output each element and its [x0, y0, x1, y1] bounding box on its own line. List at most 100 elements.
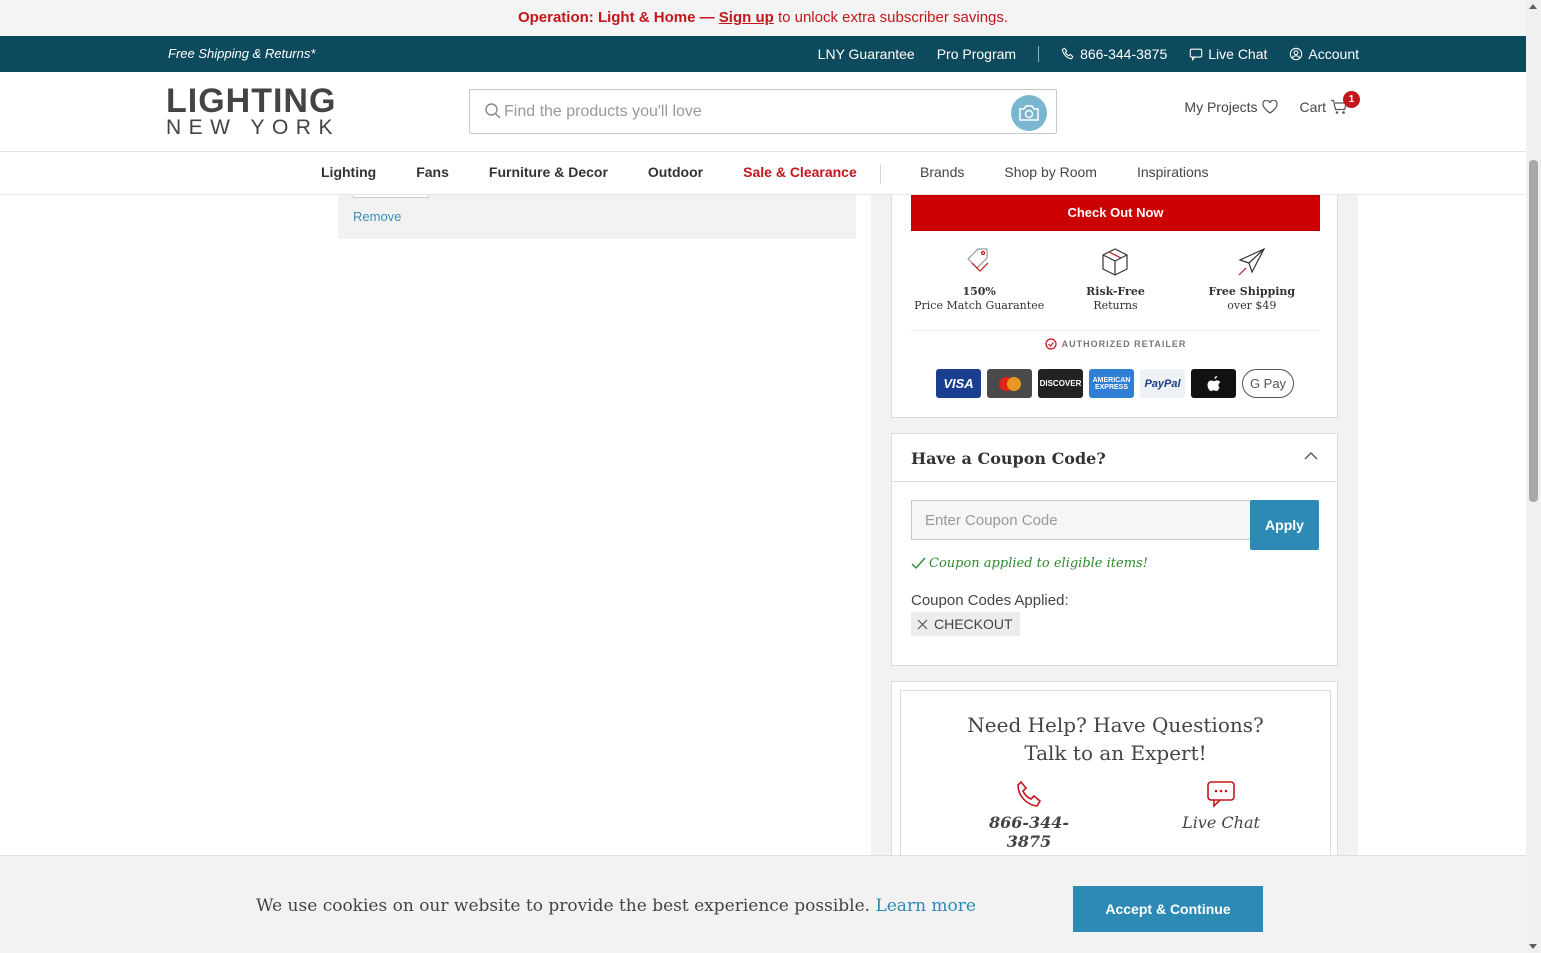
- visa-icon: VISA: [936, 369, 981, 398]
- quantity-stepper[interactable]: [353, 195, 429, 198]
- perk-shipping-sub: over $49: [1227, 299, 1277, 312]
- pro-program-link[interactable]: Pro Program: [937, 46, 1016, 62]
- checkout-button[interactable]: Check Out Now: [911, 195, 1320, 231]
- cart-label: Cart: [1299, 99, 1326, 115]
- remove-item-link[interactable]: Remove: [353, 209, 401, 224]
- phone-icon: [1061, 47, 1074, 60]
- perks-divider: [911, 330, 1320, 331]
- apply-coupon-button[interactable]: Apply: [1250, 500, 1319, 550]
- help-chat-link[interactable]: Live Chat: [1161, 779, 1281, 832]
- phone-icon: [1017, 780, 1042, 807]
- heart-icon: [1261, 100, 1278, 114]
- coupon-header[interactable]: Have a Coupon Code?: [892, 434, 1337, 482]
- help-title: Need Help? Have Questions? Talk to an Ex…: [901, 711, 1330, 767]
- search-icon: [485, 103, 501, 119]
- announcement-bar: Operation: Light & Home — Sign up to unl…: [0, 0, 1526, 36]
- nav-item-shop-by-room[interactable]: Shop by Room: [1004, 164, 1097, 180]
- google-pay-icon: G Pay: [1242, 369, 1294, 398]
- help-title-line-2: Talk to an Expert!: [1024, 741, 1207, 765]
- coupon-code-input[interactable]: [911, 500, 1251, 540]
- authorized-retailer-label: AUTHORIZED RETAILER: [1061, 339, 1187, 349]
- nav-primary: Lighting Fans Furniture & Decor Outdoor …: [321, 164, 857, 180]
- logo-line-1: LIGHTING: [166, 82, 337, 120]
- nav-item-inspirations[interactable]: Inspirations: [1137, 164, 1209, 180]
- main-nav: Lighting Fans Furniture & Decor Outdoor …: [0, 152, 1526, 195]
- nav-item-fans[interactable]: Fans: [416, 164, 449, 180]
- nav-secondary: Brands Shop by Room Inspirations: [920, 164, 1209, 180]
- utility-divider: [1038, 46, 1040, 62]
- lny-guarantee-link[interactable]: LNY Guarantee: [818, 46, 915, 62]
- cookie-learn-more-link[interactable]: Learn more: [875, 896, 976, 916]
- nav-item-lighting[interactable]: Lighting: [321, 164, 376, 180]
- nav-item-sale-clearance[interactable]: Sale & Clearance: [743, 164, 857, 180]
- announcement-text: to unlock extra subscriber savings.: [773, 9, 1009, 26]
- help-panel: Need Help? Have Questions? Talk to an Ex…: [891, 681, 1338, 861]
- accept-cookies-button[interactable]: Accept & Continue: [1073, 886, 1263, 932]
- nav-item-furniture-decor[interactable]: Furniture & Decor: [489, 164, 608, 180]
- coupon-applied-label: Coupon Codes Applied:: [911, 592, 1069, 609]
- cookie-message: We use cookies on our website to provide…: [256, 896, 976, 916]
- box-icon: [1102, 248, 1129, 276]
- perk-price-match-title: 150%: [962, 285, 996, 298]
- mastercard-logo: [998, 376, 1021, 391]
- perk-returns-sub: Returns: [1093, 299, 1138, 312]
- scroll-up-arrow-icon[interactable]: [1529, 4, 1537, 9]
- my-projects-link[interactable]: My Projects: [1184, 99, 1278, 115]
- live-chat-link[interactable]: Live Chat: [1189, 46, 1267, 62]
- help-title-line-1: Need Help? Have Questions?: [967, 713, 1264, 737]
- perk-price-match-sub: Price Match Guarantee: [914, 299, 1045, 312]
- signup-link[interactable]: Sign up: [719, 9, 774, 26]
- help-box: Need Help? Have Questions? Talk to an Ex…: [900, 690, 1331, 860]
- help-phone-number: 866-344-3875: [988, 813, 1070, 851]
- search-input[interactable]: [504, 98, 984, 126]
- cookie-message-text: We use cookies on our website to provide…: [256, 896, 871, 916]
- account-label: Account: [1308, 46, 1359, 62]
- live-chat-label: Live Chat: [1208, 46, 1268, 62]
- free-shipping-text: Free Shipping & Returns*: [168, 46, 316, 61]
- coupon-title: Have a Coupon Code?: [911, 449, 1106, 468]
- coupon-success-message: Coupon applied to eligible items!: [911, 556, 1148, 571]
- airplane-icon: [1238, 247, 1266, 276]
- page-scrollbar[interactable]: [1526, 0, 1541, 953]
- perk-returns-title: Risk-Free: [1086, 285, 1145, 298]
- help-phone-link[interactable]: 866-344-3875: [969, 779, 1089, 851]
- applied-coupon-chip: CHECKOUT: [911, 612, 1020, 636]
- visual-search-button[interactable]: [1011, 95, 1047, 131]
- camera-icon: [1019, 105, 1039, 121]
- payment-methods: VISA DISCOVER AMERICAN EXPRESS PayPal G …: [936, 369, 1294, 398]
- authorized-retailer: AUTHORIZED RETAILER: [892, 338, 1339, 352]
- account-link[interactable]: Account: [1289, 46, 1359, 62]
- apple-pay-icon: [1191, 369, 1236, 398]
- coupon-panel: Have a Coupon Code? Apply Coupon applied…: [891, 433, 1338, 666]
- perk-shipping: Free Shipping over $49: [1184, 245, 1320, 313]
- account-icon: [1290, 47, 1303, 61]
- perks-row: 150% Price Match Guarantee Risk-Free Ret…: [911, 245, 1320, 313]
- site-logo[interactable]: LIGHTING NEW YORK: [166, 82, 340, 140]
- cart-count-badge: 1: [1343, 91, 1360, 108]
- phone-number: 866-344-3875: [1080, 46, 1168, 62]
- announcement-title: Operation: Light & Home: [517, 9, 696, 26]
- discover-icon: DISCOVER: [1038, 369, 1083, 398]
- chat-icon: [1190, 48, 1203, 61]
- apple-logo: [1207, 375, 1220, 391]
- scroll-down-arrow-icon[interactable]: [1529, 944, 1537, 949]
- nav-item-outdoor[interactable]: Outdoor: [648, 164, 703, 180]
- header-actions: My Projects Cart 1: [1184, 91, 1360, 115]
- close-icon[interactable]: [917, 619, 928, 630]
- paypal-icon: PayPal: [1140, 369, 1185, 398]
- mastercard-icon: [987, 369, 1032, 398]
- chat-icon: [1207, 781, 1235, 808]
- perk-price-match: 150% Price Match Guarantee: [911, 245, 1047, 313]
- price-tag-icon: [967, 248, 989, 272]
- amex-icon: AMERICAN EXPRESS: [1089, 369, 1134, 398]
- order-summary-panel: Check Out Now 150% Price Match Guarantee…: [891, 195, 1338, 418]
- logo-line-2: NEW YORK: [166, 116, 340, 139]
- coupon-success-text: Coupon applied to eligible items!: [929, 556, 1148, 571]
- chevron-up-icon[interactable]: [1303, 448, 1319, 464]
- announcement-dash: —: [695, 9, 719, 26]
- nav-item-brands[interactable]: Brands: [920, 164, 964, 180]
- cart-link[interactable]: Cart 1: [1299, 91, 1360, 115]
- scrollbar-thumb[interactable]: [1529, 160, 1538, 502]
- phone-link[interactable]: 866-344-3875: [1061, 46, 1167, 62]
- utility-links: LNY Guarantee Pro Program 866-344-3875 L…: [818, 36, 1359, 72]
